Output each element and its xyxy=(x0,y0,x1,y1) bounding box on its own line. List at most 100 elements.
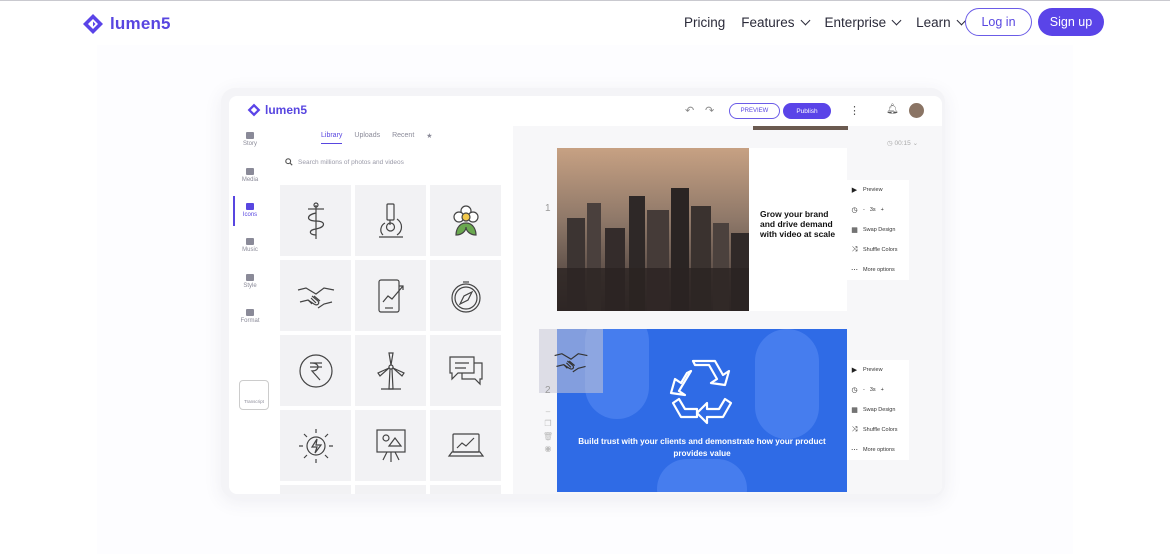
menu-duration-value: 3s xyxy=(869,387,876,393)
nav-pricing-label: Pricing xyxy=(684,15,726,30)
laptop-chart-icon xyxy=(447,432,484,457)
menu-shuffle: ⤨ Shuffle Colors xyxy=(847,240,909,260)
menu-preview: ▶ Preview xyxy=(847,360,909,380)
play-icon: ▶ xyxy=(851,187,858,194)
menu-swap: ▦ Swap Design xyxy=(847,400,909,420)
icon-tile xyxy=(355,185,426,256)
timer-icon: ◷ xyxy=(851,207,858,214)
sidebar-item-label: Media xyxy=(241,177,259,183)
nav-pricing[interactable]: Pricing xyxy=(684,15,725,30)
transcript-button: Transcript xyxy=(239,380,269,410)
menu-more-label: More options xyxy=(863,447,895,453)
editor-preview-button: PREVIEW xyxy=(729,103,780,119)
sidebar-item-media: Media xyxy=(233,168,267,183)
grid-icon: ▦ xyxy=(851,407,858,414)
decor-shape xyxy=(657,459,747,492)
play-icon: ▶ xyxy=(851,367,858,374)
sidebar-item-label: Music xyxy=(242,247,258,253)
tab-recent: Recent xyxy=(392,132,415,139)
scene-2-menu: ▶ Preview ◷ -3s + ▦ Swap Design ⤨ Shuffle Col… xyxy=(847,360,909,460)
wind-turbine-icon xyxy=(376,351,405,390)
sidebar-item-label: Story xyxy=(242,141,257,147)
rupee-coin-icon xyxy=(298,353,333,388)
scene-2-tools: – ❐ 🗑︎ ◉ xyxy=(542,406,554,456)
icon-tile xyxy=(430,335,501,406)
duration-minus-icon: - xyxy=(863,207,865,213)
trash-icon: 🗑︎ xyxy=(542,431,554,441)
story-icon xyxy=(246,132,254,139)
main-nav: Pricing Features Enterprise Learn xyxy=(684,15,967,30)
nav-learn[interactable]: Learn xyxy=(916,15,967,30)
duration-minus-icon: - xyxy=(863,387,865,393)
caduceus-icon xyxy=(307,201,324,239)
duration-plus-icon: + xyxy=(880,387,884,393)
sidebar-item-story: Story xyxy=(233,132,267,147)
search-icon xyxy=(285,158,293,166)
menu-preview-label: Preview xyxy=(863,187,883,193)
nav-learn-label: Learn xyxy=(916,15,951,30)
undo-icon: ↶ xyxy=(685,105,695,117)
menu-duration-value: 3s xyxy=(869,207,876,213)
sidebar-item-style: Style xyxy=(233,274,267,289)
redo-icon: ↷ xyxy=(705,105,715,117)
lumen5-logo-icon xyxy=(247,103,261,117)
icon-tile xyxy=(430,185,501,256)
timer-icon: ◷ xyxy=(851,387,858,394)
editor-toolbar: lumen5 ↶ ↷ PREVIEW Publish ⋮ 🔔︎ xyxy=(229,96,942,126)
sidebar-active-indicator xyxy=(233,196,235,226)
duration-label: ◷ 00:15 ⌄ xyxy=(887,140,919,147)
menu-preview: ▶ Preview xyxy=(847,180,909,200)
shuffle-icon: ⤨ xyxy=(851,246,858,253)
chevron-down-icon xyxy=(800,15,810,26)
sidebar-item-label: Format xyxy=(240,318,260,324)
handshake-icon xyxy=(297,286,334,308)
tab-library: Library xyxy=(321,132,343,144)
editor-screenshot: lumen5 ↶ ↷ PREVIEW Publish ⋮ 🔔︎ Story Me… xyxy=(229,96,942,494)
editor-sidebar: Story Media Icons Music Style Format Tra… xyxy=(233,128,269,488)
icon-tile xyxy=(280,260,351,331)
more-horizontal-icon: ⋯ xyxy=(851,447,858,454)
menu-shuffle: ⤨ Shuffle Colors xyxy=(847,420,909,440)
more-vertical-icon: ⋮ xyxy=(849,105,860,117)
chat-bubbles-icon xyxy=(448,355,483,385)
menu-more: ⋯ More options xyxy=(847,260,909,280)
music-icon xyxy=(246,238,254,245)
tab-uploads: Uploads xyxy=(354,132,381,139)
menu-shuffle-label: Shuffle Colors xyxy=(863,427,898,433)
signup-button[interactable]: Sign up xyxy=(1038,8,1104,36)
media-icon xyxy=(246,168,254,175)
chevron-down-icon xyxy=(891,15,902,26)
grid-icon: ▦ xyxy=(851,227,858,234)
scene-1-menu: ▶ Preview ◷ -3s + ▦ Swap Design ⤨ Shuffle Col… xyxy=(847,180,909,280)
menu-more-label: More options xyxy=(863,267,895,273)
nav-features[interactable]: Features xyxy=(741,15,810,30)
menu-swap: ▦ Swap Design xyxy=(847,220,909,240)
tab-favorites: ★ xyxy=(426,133,433,140)
icon-tile xyxy=(355,410,426,481)
lumen5-logo-icon xyxy=(83,14,103,34)
duration-plus-icon: + xyxy=(880,207,884,213)
compass-icon xyxy=(450,280,481,313)
scene-card-1: Grow your brand and drive demand with vi… xyxy=(557,148,847,311)
login-button[interactable]: Log in xyxy=(965,8,1032,36)
icon-tile xyxy=(430,410,501,481)
icons-icon xyxy=(246,203,254,210)
menu-swap-label: Swap Design xyxy=(863,407,896,413)
flower-icon xyxy=(452,204,479,236)
scene-number: 1 xyxy=(545,203,551,214)
menu-more: ⋯ More options xyxy=(847,440,909,460)
search-placeholder: Search millions of photos and videos xyxy=(298,158,404,166)
menu-duration: ◷ -3s + xyxy=(847,200,909,220)
nav-features-label: Features xyxy=(741,15,795,30)
icon-grid-next-row xyxy=(280,485,502,494)
copy-icon: ❐ xyxy=(544,419,552,429)
dragging-icon-preview xyxy=(539,329,603,393)
city-skyline-image xyxy=(557,148,749,311)
shuffle-icon: ⤨ xyxy=(851,426,858,433)
eye-icon: ◉ xyxy=(544,444,552,454)
nav-enterprise[interactable]: Enterprise xyxy=(825,15,902,30)
recycle-icon xyxy=(669,359,733,425)
duration-value: 00:15 xyxy=(894,140,911,147)
site-logo[interactable]: lumen5 xyxy=(82,13,171,35)
scene-2-headline: Build trust with your clients and demons… xyxy=(578,437,826,458)
